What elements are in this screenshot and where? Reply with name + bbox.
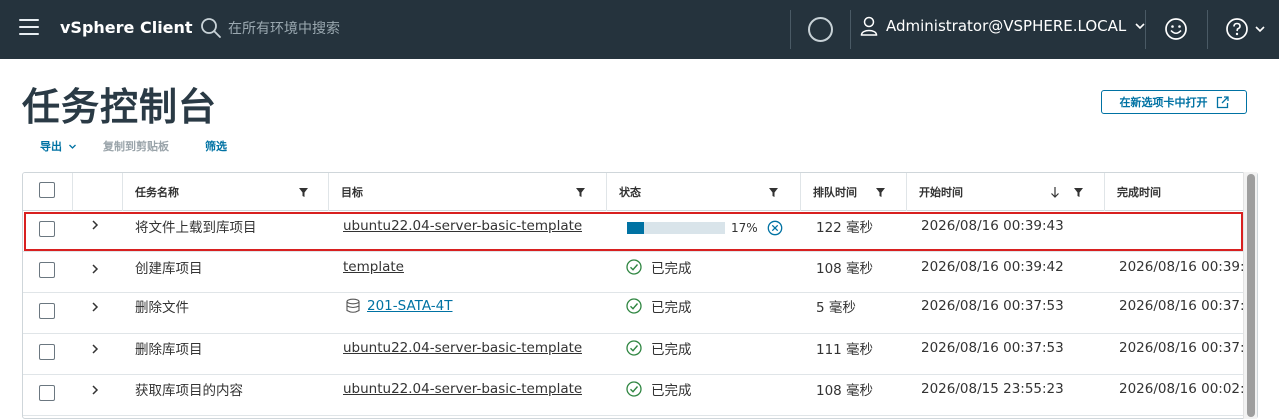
open-in-new-tab-button[interactable]: 在新选项卡中打开: [1101, 90, 1247, 114]
divider: [1207, 10, 1208, 49]
page-title: 任务控制台: [22, 85, 218, 129]
status-text: 已完成: [651, 299, 692, 316]
filter-icon[interactable]: [876, 188, 885, 197]
success-check-icon: [626, 297, 642, 314]
success-check-icon: [626, 339, 642, 356]
filter-button[interactable]: 筛选: [205, 138, 227, 154]
completion-time: 2026/08/16 00:02:: [1119, 380, 1245, 397]
row-checkbox[interactable]: [39, 221, 55, 237]
divider: [850, 10, 851, 49]
column-label: 开始时间: [919, 186, 963, 199]
user-icon: [860, 16, 878, 36]
filter-icon[interactable]: [769, 188, 778, 197]
status-text: 已完成: [651, 341, 692, 358]
open-in-new-tab-label: 在新选项卡中打开: [1119, 96, 1208, 109]
cancel-task-icon[interactable]: [767, 220, 783, 236]
external-link-icon: [1216, 95, 1229, 108]
completion-time: 2026/08/16 00:37:: [1119, 297, 1245, 314]
target-link[interactable]: 201-SATA-4T: [367, 298, 453, 314]
column-label: 完成时间: [1117, 186, 1161, 199]
queued-time: 108 毫秒: [816, 260, 874, 277]
activity-spinner-icon: [808, 17, 833, 42]
success-check-icon: [626, 258, 642, 275]
help-icon: [1226, 18, 1248, 40]
completion-time: 2026/08/16 00:37:: [1119, 339, 1245, 356]
user-menu[interactable]: Administrator@VSPHERE.LOCAL: [860, 16, 1146, 36]
top-bar: vSphere Client Administrator@VSPHERE.LOC…: [0, 0, 1279, 59]
sort-descending-icon[interactable]: [1050, 186, 1060, 198]
filter-icon[interactable]: [1074, 188, 1083, 197]
column-header-completion-time[interactable]: 完成时间: [1104, 173, 1245, 211]
task-name: 获取库项目的内容: [135, 382, 243, 399]
queued-time: 5 毫秒: [816, 299, 856, 316]
column-label: 状态: [619, 186, 641, 199]
progress-bar-fill: [627, 221, 644, 234]
row-checkbox[interactable]: [39, 303, 55, 319]
column-label: 目标: [341, 186, 363, 199]
feedback-smiley-icon[interactable]: [1164, 17, 1188, 41]
target-link[interactable]: ubuntu22.04-server-basic-template: [343, 218, 582, 234]
export-label: 导出: [40, 140, 62, 153]
menu-icon[interactable]: [19, 19, 39, 39]
status-cell: 已完成: [626, 285, 692, 326]
divider: [790, 10, 791, 49]
filter-icon[interactable]: [299, 188, 308, 197]
task-name: 创建库项目: [135, 260, 203, 277]
vertical-scrollbar[interactable]: [1243, 172, 1257, 419]
export-button[interactable]: 导出: [40, 138, 77, 154]
start-time: 2026/08/16 00:37:53: [921, 339, 1064, 356]
target-link[interactable]: ubuntu22.04-server-basic-template: [343, 381, 582, 397]
copy-to-clipboard-button[interactable]: 复制到剪贴板: [103, 138, 169, 154]
search-icon: [201, 18, 221, 38]
column-label: 排队时间: [813, 186, 857, 199]
status-cell: 已完成: [626, 327, 692, 368]
row-checkbox[interactable]: [39, 262, 55, 278]
target-link[interactable]: ubuntu22.04-server-basic-template: [343, 340, 582, 356]
target-cell: 201-SATA-4T: [346, 285, 453, 326]
column-label: 任务名称: [135, 186, 179, 199]
username: Administrator@VSPHERE.LOCAL: [886, 17, 1127, 35]
divider: [1145, 10, 1146, 49]
status-cell: 已完成: [626, 246, 692, 287]
status-progress: 17%: [627, 207, 783, 248]
row-checkbox[interactable]: [39, 344, 55, 360]
help-menu[interactable]: [1225, 17, 1269, 41]
datastore-icon: [346, 298, 360, 313]
completion-time: 2026/08/16 00:39:: [1119, 258, 1245, 275]
chevron-down-icon: [1255, 26, 1265, 33]
chevron-right-icon[interactable]: [89, 343, 101, 355]
chevron-down-icon: [69, 144, 76, 149]
tasks-datagrid: 任务名称 目标 状态 排队时间 开始时间 完成时间 将文件上载到库项目 ubun…: [22, 172, 1258, 419]
row-checkbox[interactable]: [39, 385, 55, 401]
select-all-checkbox[interactable]: [39, 182, 55, 198]
success-check-icon: [626, 380, 642, 397]
start-time: 2026/08/16 00:39:43: [921, 217, 1064, 234]
chevron-right-icon[interactable]: [89, 384, 101, 396]
queued-time: 111 毫秒: [816, 341, 874, 358]
expand-column-header: [72, 173, 122, 211]
start-time: 2026/08/16 00:39:42: [921, 258, 1064, 275]
scrollbar-thumb[interactable]: [1247, 174, 1255, 417]
progress-bar: [627, 221, 725, 234]
start-time: 2026/08/16 00:37:53: [921, 297, 1064, 314]
task-name: 删除库项目: [135, 341, 203, 358]
app-title[interactable]: vSphere Client: [60, 18, 193, 37]
queued-time: 108 毫秒: [816, 382, 874, 399]
task-name: 删除文件: [135, 299, 189, 316]
chevron-right-icon[interactable]: [89, 263, 101, 275]
queued-time: 122 毫秒: [816, 219, 874, 236]
start-time: 2026/08/15 23:55:23: [921, 380, 1064, 397]
status-text: 已完成: [651, 382, 692, 399]
target-link[interactable]: template: [343, 259, 404, 275]
chevron-right-icon[interactable]: [89, 219, 101, 231]
chevron-right-icon[interactable]: [89, 301, 101, 313]
global-search-input[interactable]: [228, 16, 558, 42]
toolbar: 导出 复制到剪贴板 筛选: [40, 138, 227, 154]
status-text: 已完成: [651, 260, 692, 277]
filter-icon[interactable]: [576, 188, 585, 197]
progress-percent: 17%: [731, 220, 758, 235]
status-cell: 已完成: [626, 368, 692, 409]
task-name: 将文件上载到库项目: [135, 219, 257, 236]
table-row[interactable]: 获取库项目的内容 ubuntu22.04-server-basic-templa…: [23, 375, 1245, 416]
